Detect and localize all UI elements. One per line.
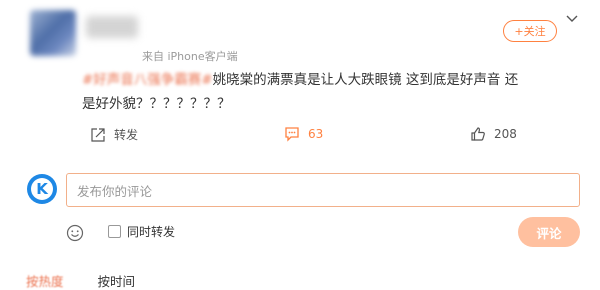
submit-label: 评论 [536,225,562,241]
repost-button[interactable]: 转发 [90,126,138,143]
logo-letter: K [31,178,53,200]
follow-button[interactable]: +关注 [503,20,557,42]
tab-sort-hot[interactable]: 按热度 [26,271,64,290]
username-blurred[interactable] [86,16,138,38]
user-logo[interactable]: K [27,174,57,204]
hashtag-text: #好声音八强争霸赛# [82,72,213,88]
checkbox-box[interactable] [108,225,121,238]
post-body: #好声音八强争霸赛#姚晓棠的满票真是让人大跌眼镜 这到底是好声音 还是好外貌？？… [82,68,522,116]
comment-icon [285,127,299,142]
thumbs-up-icon [471,127,485,141]
emoji-icon[interactable] [66,224,84,242]
user-avatar[interactable] [30,10,76,56]
repost-icon [91,127,105,142]
comment-placeholder: 发布你的评论 [77,183,153,199]
repost-checkbox-label: 同时转发 [127,225,176,239]
hashtag-link[interactable]: #好声音八强争霸赛# [82,72,213,88]
comment-count: 63 [308,127,324,141]
chevron-down-icon[interactable] [566,14,578,24]
like-count: 208 [494,127,517,141]
submit-comment-button[interactable]: 评论 [518,217,580,247]
like-button[interactable]: 208 [470,126,517,142]
comment-button[interactable]: 63 [284,126,323,142]
repost-label: 转发 [114,128,139,142]
action-bar: 转发 63 208 [0,122,600,148]
follow-label: +关注 [514,25,546,38]
tab-sort-time[interactable]: 按时间 [98,271,136,290]
repost-checkbox[interactable]: 同时转发 [108,223,175,240]
sort-tabs: 按热度 按时间 [26,271,135,290]
post-source: 来自 iPhone客户端 [142,50,238,63]
comment-input[interactable]: 发布你的评论 [66,173,580,207]
